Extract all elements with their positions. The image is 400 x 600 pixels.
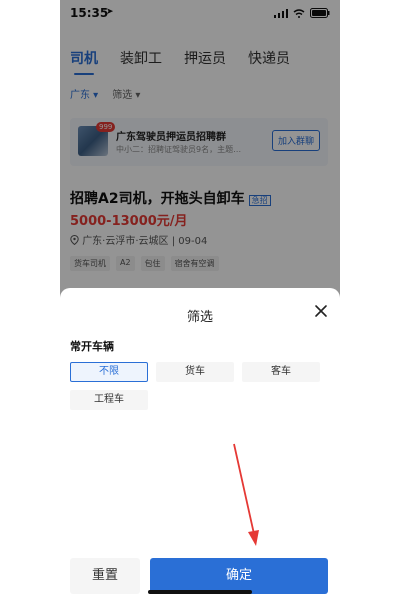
section-title: 常开车辆 bbox=[70, 340, 114, 353]
filter-sheet: 筛选 常开车辆 不限 货车 客车 工程车 重置 确定 bbox=[60, 288, 340, 600]
reset-button[interactable]: 重置 bbox=[70, 558, 140, 594]
sheet-title: 筛选 bbox=[186, 310, 213, 325]
option-truck[interactable]: 货车 bbox=[156, 362, 234, 382]
option-engineering-vehicle[interactable]: 工程车 bbox=[70, 390, 148, 410]
option-bus[interactable]: 客车 bbox=[242, 362, 320, 382]
home-indicator bbox=[148, 590, 252, 594]
confirm-button[interactable]: 确定 bbox=[150, 558, 328, 594]
option-unlimited[interactable]: 不限 bbox=[70, 362, 148, 382]
phone-screen: 15:35 ➤ 司机 装卸工 押运员 快递员 广东 ▾ 筛选 ▾ 999 广东驾… bbox=[60, 0, 340, 600]
close-icon[interactable] bbox=[312, 302, 330, 320]
